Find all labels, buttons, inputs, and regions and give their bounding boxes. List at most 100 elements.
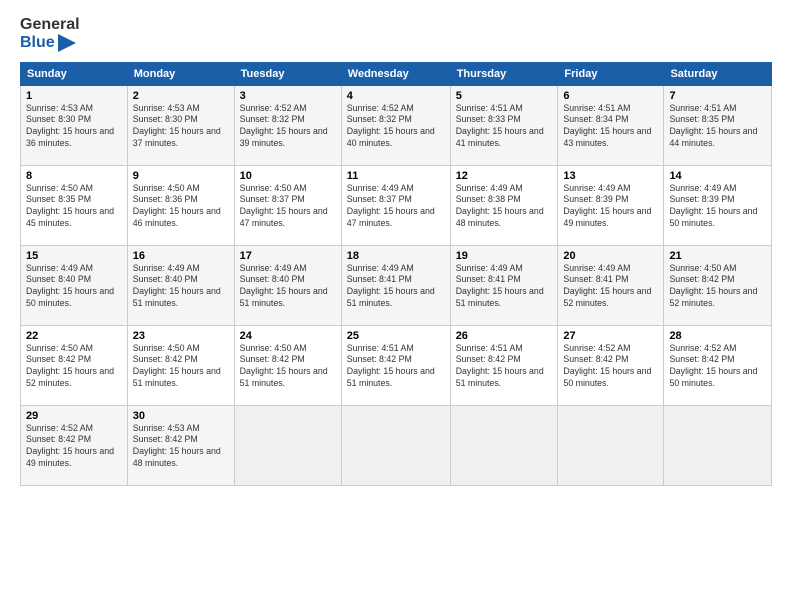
calendar-cell: 19Sunrise: 4:49 AMSunset: 8:41 PMDayligh… <box>450 245 558 325</box>
day-number: 4 <box>347 90 445 102</box>
page: General Blue SundayMondayTuesdayWednesda… <box>0 0 792 612</box>
day-info: Sunrise: 4:50 AMSunset: 8:42 PMDaylight:… <box>133 343 229 391</box>
day-info: Sunrise: 4:50 AMSunset: 8:42 PMDaylight:… <box>240 343 336 391</box>
calendar-cell: 28Sunrise: 4:52 AMSunset: 8:42 PMDayligh… <box>664 325 772 405</box>
day-number: 19 <box>456 250 553 262</box>
calendar-row: 15Sunrise: 4:49 AMSunset: 8:40 PMDayligh… <box>21 245 772 325</box>
day-info: Sunrise: 4:50 AMSunset: 8:42 PMDaylight:… <box>26 343 122 391</box>
day-number: 18 <box>347 250 445 262</box>
day-number: 16 <box>133 250 229 262</box>
day-number: 3 <box>240 90 336 102</box>
day-info: Sunrise: 4:50 AMSunset: 8:37 PMDaylight:… <box>240 183 336 231</box>
day-number: 7 <box>669 90 766 102</box>
calendar-cell: 23Sunrise: 4:50 AMSunset: 8:42 PMDayligh… <box>127 325 234 405</box>
day-number: 13 <box>563 170 658 182</box>
day-info: Sunrise: 4:51 AMSunset: 8:33 PMDaylight:… <box>456 103 553 151</box>
calendar-cell: 9Sunrise: 4:50 AMSunset: 8:36 PMDaylight… <box>127 165 234 245</box>
day-info: Sunrise: 4:53 AMSunset: 8:30 PMDaylight:… <box>133 103 229 151</box>
day-info: Sunrise: 4:53 AMSunset: 8:30 PMDaylight:… <box>26 103 122 151</box>
day-info: Sunrise: 4:49 AMSunset: 8:41 PMDaylight:… <box>563 263 658 311</box>
calendar-cell: 3Sunrise: 4:52 AMSunset: 8:32 PMDaylight… <box>234 85 341 165</box>
calendar-row: 8Sunrise: 4:50 AMSunset: 8:35 PMDaylight… <box>21 165 772 245</box>
day-number: 28 <box>669 330 766 342</box>
calendar-row: 22Sunrise: 4:50 AMSunset: 8:42 PMDayligh… <box>21 325 772 405</box>
calendar-cell: 5Sunrise: 4:51 AMSunset: 8:33 PMDaylight… <box>450 85 558 165</box>
day-number: 9 <box>133 170 229 182</box>
calendar-cell: 6Sunrise: 4:51 AMSunset: 8:34 PMDaylight… <box>558 85 664 165</box>
calendar-cell: 24Sunrise: 4:50 AMSunset: 8:42 PMDayligh… <box>234 325 341 405</box>
calendar-cell: 2Sunrise: 4:53 AMSunset: 8:30 PMDaylight… <box>127 85 234 165</box>
day-number: 24 <box>240 330 336 342</box>
day-info: Sunrise: 4:51 AMSunset: 8:35 PMDaylight:… <box>669 103 766 151</box>
col-header-friday: Friday <box>558 62 664 85</box>
day-number: 27 <box>563 330 658 342</box>
calendar-cell: 13Sunrise: 4:49 AMSunset: 8:39 PMDayligh… <box>558 165 664 245</box>
calendar-cell: 4Sunrise: 4:52 AMSunset: 8:32 PMDaylight… <box>341 85 450 165</box>
day-number: 17 <box>240 250 336 262</box>
day-info: Sunrise: 4:51 AMSunset: 8:42 PMDaylight:… <box>456 343 553 391</box>
logo-text: General Blue <box>20 16 80 52</box>
calendar-cell: 29Sunrise: 4:52 AMSunset: 8:42 PMDayligh… <box>21 405 128 485</box>
day-info: Sunrise: 4:53 AMSunset: 8:42 PMDaylight:… <box>133 423 229 471</box>
calendar-cell <box>234 405 341 485</box>
day-number: 10 <box>240 170 336 182</box>
calendar-cell: 26Sunrise: 4:51 AMSunset: 8:42 PMDayligh… <box>450 325 558 405</box>
day-number: 11 <box>347 170 445 182</box>
day-number: 21 <box>669 250 766 262</box>
day-number: 1 <box>26 90 122 102</box>
calendar-cell: 27Sunrise: 4:52 AMSunset: 8:42 PMDayligh… <box>558 325 664 405</box>
day-number: 23 <box>133 330 229 342</box>
col-header-tuesday: Tuesday <box>234 62 341 85</box>
calendar-row: 29Sunrise: 4:52 AMSunset: 8:42 PMDayligh… <box>21 405 772 485</box>
day-number: 29 <box>26 410 122 422</box>
calendar-cell: 15Sunrise: 4:49 AMSunset: 8:40 PMDayligh… <box>21 245 128 325</box>
day-info: Sunrise: 4:52 AMSunset: 8:42 PMDaylight:… <box>669 343 766 391</box>
day-info: Sunrise: 4:52 AMSunset: 8:32 PMDaylight:… <box>240 103 336 151</box>
calendar-cell: 7Sunrise: 4:51 AMSunset: 8:35 PMDaylight… <box>664 85 772 165</box>
logo-triangle-icon <box>58 34 76 52</box>
day-info: Sunrise: 4:52 AMSunset: 8:42 PMDaylight:… <box>26 423 122 471</box>
header-row: SundayMondayTuesdayWednesdayThursdayFrid… <box>21 62 772 85</box>
logo-blue: Blue <box>20 34 80 52</box>
calendar-cell: 21Sunrise: 4:50 AMSunset: 8:42 PMDayligh… <box>664 245 772 325</box>
col-header-thursday: Thursday <box>450 62 558 85</box>
header: General Blue <box>20 16 772 52</box>
day-info: Sunrise: 4:49 AMSunset: 8:40 PMDaylight:… <box>240 263 336 311</box>
calendar-cell: 1Sunrise: 4:53 AMSunset: 8:30 PMDaylight… <box>21 85 128 165</box>
day-number: 12 <box>456 170 553 182</box>
day-info: Sunrise: 4:51 AMSunset: 8:34 PMDaylight:… <box>563 103 658 151</box>
day-info: Sunrise: 4:51 AMSunset: 8:42 PMDaylight:… <box>347 343 445 391</box>
day-number: 15 <box>26 250 122 262</box>
day-number: 20 <box>563 250 658 262</box>
calendar-cell: 22Sunrise: 4:50 AMSunset: 8:42 PMDayligh… <box>21 325 128 405</box>
day-info: Sunrise: 4:49 AMSunset: 8:41 PMDaylight:… <box>456 263 553 311</box>
calendar-table: SundayMondayTuesdayWednesdayThursdayFrid… <box>20 62 772 486</box>
calendar-row: 1Sunrise: 4:53 AMSunset: 8:30 PMDaylight… <box>21 85 772 165</box>
calendar-cell <box>341 405 450 485</box>
col-header-monday: Monday <box>127 62 234 85</box>
day-number: 26 <box>456 330 553 342</box>
calendar-cell: 25Sunrise: 4:51 AMSunset: 8:42 PMDayligh… <box>341 325 450 405</box>
day-info: Sunrise: 4:52 AMSunset: 8:42 PMDaylight:… <box>563 343 658 391</box>
day-info: Sunrise: 4:52 AMSunset: 8:32 PMDaylight:… <box>347 103 445 151</box>
day-info: Sunrise: 4:49 AMSunset: 8:40 PMDaylight:… <box>26 263 122 311</box>
calendar-cell: 11Sunrise: 4:49 AMSunset: 8:37 PMDayligh… <box>341 165 450 245</box>
col-header-saturday: Saturday <box>664 62 772 85</box>
day-number: 14 <box>669 170 766 182</box>
day-info: Sunrise: 4:50 AMSunset: 8:36 PMDaylight:… <box>133 183 229 231</box>
day-info: Sunrise: 4:49 AMSunset: 8:41 PMDaylight:… <box>347 263 445 311</box>
day-number: 22 <box>26 330 122 342</box>
day-number: 6 <box>563 90 658 102</box>
calendar-cell: 12Sunrise: 4:49 AMSunset: 8:38 PMDayligh… <box>450 165 558 245</box>
day-number: 25 <box>347 330 445 342</box>
calendar-cell <box>558 405 664 485</box>
day-number: 8 <box>26 170 122 182</box>
calendar-cell: 18Sunrise: 4:49 AMSunset: 8:41 PMDayligh… <box>341 245 450 325</box>
day-info: Sunrise: 4:49 AMSunset: 8:37 PMDaylight:… <box>347 183 445 231</box>
calendar-cell: 14Sunrise: 4:49 AMSunset: 8:39 PMDayligh… <box>664 165 772 245</box>
calendar-cell: 17Sunrise: 4:49 AMSunset: 8:40 PMDayligh… <box>234 245 341 325</box>
logo: General Blue <box>20 16 80 52</box>
calendar-cell: 30Sunrise: 4:53 AMSunset: 8:42 PMDayligh… <box>127 405 234 485</box>
day-info: Sunrise: 4:49 AMSunset: 8:39 PMDaylight:… <box>563 183 658 231</box>
calendar-cell <box>664 405 772 485</box>
